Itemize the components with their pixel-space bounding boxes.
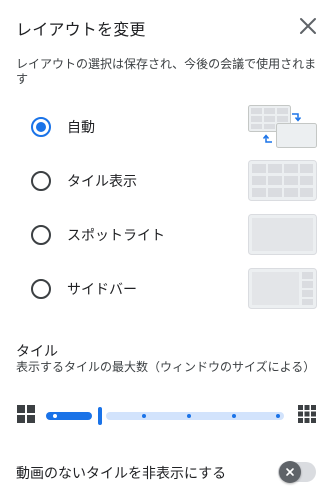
layout-option-label: サイドバー bbox=[67, 282, 137, 298]
close-button[interactable] bbox=[296, 14, 320, 38]
slider-tick bbox=[232, 414, 236, 418]
radio-spotlight[interactable] bbox=[31, 225, 51, 245]
auto-layout-thumbnail bbox=[248, 105, 317, 148]
radio-auto[interactable] bbox=[31, 117, 51, 137]
tiles-heading: タイル bbox=[16, 344, 58, 360]
tiles-slider-row bbox=[0, 402, 334, 430]
tiled-layout-thumbnail bbox=[248, 160, 317, 201]
slider-thumb[interactable] bbox=[98, 407, 102, 425]
toggle-knob[interactable] bbox=[279, 461, 301, 483]
radio-sidebar[interactable] bbox=[31, 279, 51, 299]
large-grid-icon bbox=[298, 405, 316, 423]
close-small-icon bbox=[286, 468, 294, 476]
dialog-description: レイアウトの選択は保存され、今後の会議で使用されます bbox=[16, 57, 317, 86]
layout-option-label: スポットライト bbox=[67, 228, 165, 244]
spotlight-layout-thumbnail bbox=[248, 214, 317, 255]
layout-option-label: 自動 bbox=[67, 120, 95, 136]
small-grid-icon bbox=[17, 405, 35, 423]
slider-tick bbox=[142, 414, 146, 418]
layout-option-label: タイル表示 bbox=[67, 174, 137, 190]
layout-option-tiled[interactable]: タイル表示 bbox=[0, 154, 334, 208]
hide-no-video-label: 動画のないタイルを非表示にする bbox=[16, 466, 227, 482]
close-icon[interactable] bbox=[296, 14, 320, 38]
slider-tick bbox=[187, 414, 191, 418]
radio-tiled[interactable] bbox=[31, 171, 51, 191]
slider-tick bbox=[276, 414, 280, 418]
slider-tick bbox=[53, 414, 57, 418]
hide-no-video-toggle[interactable] bbox=[278, 460, 316, 484]
tiles-slider[interactable] bbox=[46, 407, 284, 425]
tiles-description: 表示するタイルの最大数（ウィンドウのサイズによる） bbox=[16, 360, 316, 374]
sidebar-layout-thumbnail bbox=[248, 268, 317, 309]
layout-option-auto[interactable]: 自動 bbox=[0, 100, 334, 154]
layout-option-spotlight[interactable]: スポットライト bbox=[0, 208, 334, 262]
slider-track-remaining bbox=[106, 412, 284, 420]
layout-option-sidebar[interactable]: サイドバー bbox=[0, 262, 334, 316]
dialog-title: レイアウトを変更 bbox=[16, 20, 146, 39]
